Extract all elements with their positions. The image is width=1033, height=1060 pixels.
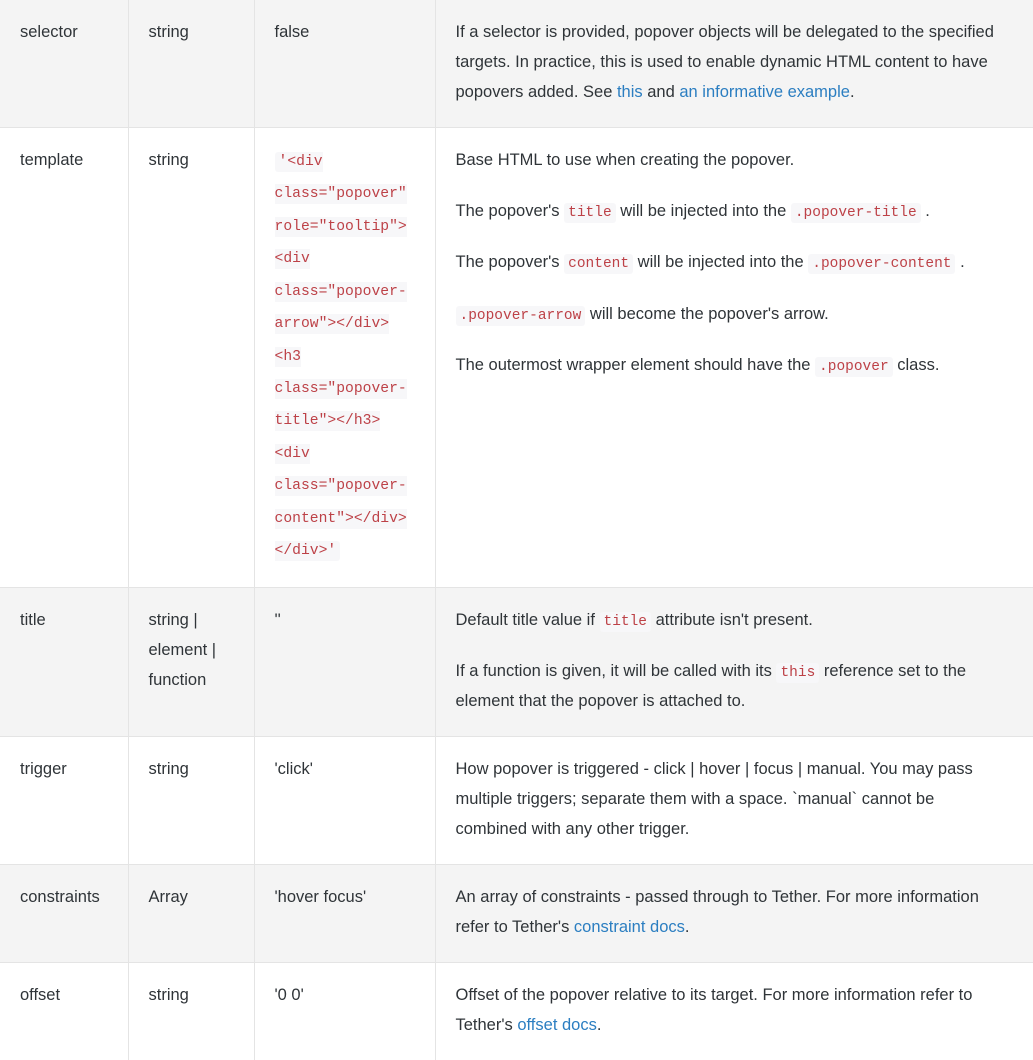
default-code-block: '<div class="popover" role="tooltip"><di…: [274, 152, 407, 562]
description-text: class.: [892, 356, 940, 375]
table-row: trigger string'click' How popover is trigg…: [0, 736, 1033, 865]
option-description-cell: If a selector is provided, popover objec…: [435, 0, 1033, 128]
description-text: .: [684, 918, 690, 937]
table-row: selector string false If a selector is prov…: [0, 0, 1033, 128]
inline-code: content: [564, 254, 634, 275]
option-default-cell: '<div class="popover" role="tooltip"><di…: [254, 127, 436, 588]
option-description-cell: How popover is triggered - click | hover…: [435, 736, 1033, 865]
description-text: .: [849, 83, 855, 102]
option-name-cell: trigger: [0, 736, 129, 865]
description-link[interactable]: constraint docs: [574, 918, 685, 936]
description-link[interactable]: this: [617, 83, 643, 101]
option-name-cell: selector: [0, 0, 129, 128]
option-name-cell: constraints: [0, 864, 129, 963]
inline-code: this: [776, 662, 820, 683]
description-link[interactable]: an informative example: [679, 83, 850, 101]
description-paragraph: .popover-arrow will become the popover's…: [455, 299, 1004, 329]
description-paragraph: If a selector is provided, popover objec…: [456, 17, 1004, 107]
description-text: will become the popover's arrow.: [585, 304, 829, 323]
description-text: Base HTML to use when creating the popov…: [455, 151, 795, 170]
description-text: .: [920, 202, 930, 221]
options-table-body: selector string false If a selector is prov…: [0, 0, 1033, 1060]
option-type-cell: string: [128, 736, 255, 865]
option-type-cell: string: [128, 962, 255, 1060]
inline-code: .popover-title: [790, 203, 921, 224]
option-description-cell: Default title value if title attribute i…: [435, 586, 1033, 737]
option-description-cell: An array of constraints - passed through…: [435, 864, 1033, 963]
description-paragraph: Base HTML to use when creating the popov…: [456, 145, 1004, 175]
description-text: If a function is given, it will be calle…: [455, 661, 777, 680]
description-text: How popover is triggered - click | hover…: [455, 760, 973, 839]
option-name-cell: offset: [0, 962, 129, 1060]
description-text: An array of constraints - passed through…: [455, 888, 979, 937]
table-row: template string '<div class="popover" role…: [0, 127, 1033, 588]
option-description-cell: Offset of the popover relative to its ta…: [435, 962, 1033, 1060]
description-paragraph: Offset of the popover relative to its ta…: [456, 980, 1004, 1040]
description-text: The popover's: [455, 253, 565, 272]
description-paragraph: How popover is triggered - click | hover…: [456, 754, 1004, 844]
description-text: and: [642, 83, 680, 102]
description-text: will be injected into the: [633, 253, 809, 272]
option-name-cell: template: [0, 127, 129, 588]
option-type-cell: string: [128, 127, 255, 588]
option-default-cell: 'click': [254, 736, 436, 865]
description-text: The outermost wrapper element should hav…: [455, 356, 816, 375]
description-paragraph: Default title value if title attribute i…: [456, 605, 1004, 635]
table-row: title string | element | function '' Defaul…: [0, 586, 1033, 737]
description-paragraph: An array of constraints - passed through…: [456, 882, 1004, 942]
description-link[interactable]: offset docs: [517, 1016, 597, 1034]
inline-code: .popover: [815, 357, 893, 378]
option-description-cell: Base HTML to use when creating the popov…: [435, 127, 1033, 588]
description-text: The popover's: [455, 202, 565, 221]
description-paragraph: The outermost wrapper element should hav…: [456, 350, 1004, 380]
option-default-cell: '': [254, 586, 436, 737]
inline-code: .popover-arrow: [455, 305, 586, 326]
option-default-cell: 'hover focus': [254, 864, 436, 963]
popover-options-table: selector string false If a selector is prov…: [0, 0, 1033, 1060]
description-paragraph: If a function is given, it will be calle…: [456, 656, 1004, 716]
inline-code: .popover-content: [808, 254, 956, 275]
option-default-cell: '0 0': [254, 962, 436, 1060]
inline-code: title: [564, 203, 616, 224]
description-text: .: [955, 253, 965, 272]
option-type-cell: string | element | function: [128, 586, 255, 737]
inline-code: title: [599, 611, 652, 632]
description-paragraph: The popover's content will be injected i…: [456, 247, 1004, 277]
option-default-cell: false: [254, 0, 436, 128]
option-type-cell: Array: [128, 864, 255, 963]
option-type-cell: string: [128, 0, 255, 128]
option-name-cell: title: [0, 586, 129, 737]
description-text: Default title value if: [455, 610, 600, 629]
table-row: constraints Array'hover focus' An array of…: [0, 864, 1033, 963]
table-row: offset string '0 0' Offset of the popover r…: [0, 962, 1033, 1060]
description-text: .: [596, 1016, 602, 1035]
description-text: will be injected into the: [615, 202, 791, 221]
description-text: attribute isn't present.: [651, 610, 813, 629]
description-paragraph: The popover's title will be injected int…: [456, 196, 1004, 226]
